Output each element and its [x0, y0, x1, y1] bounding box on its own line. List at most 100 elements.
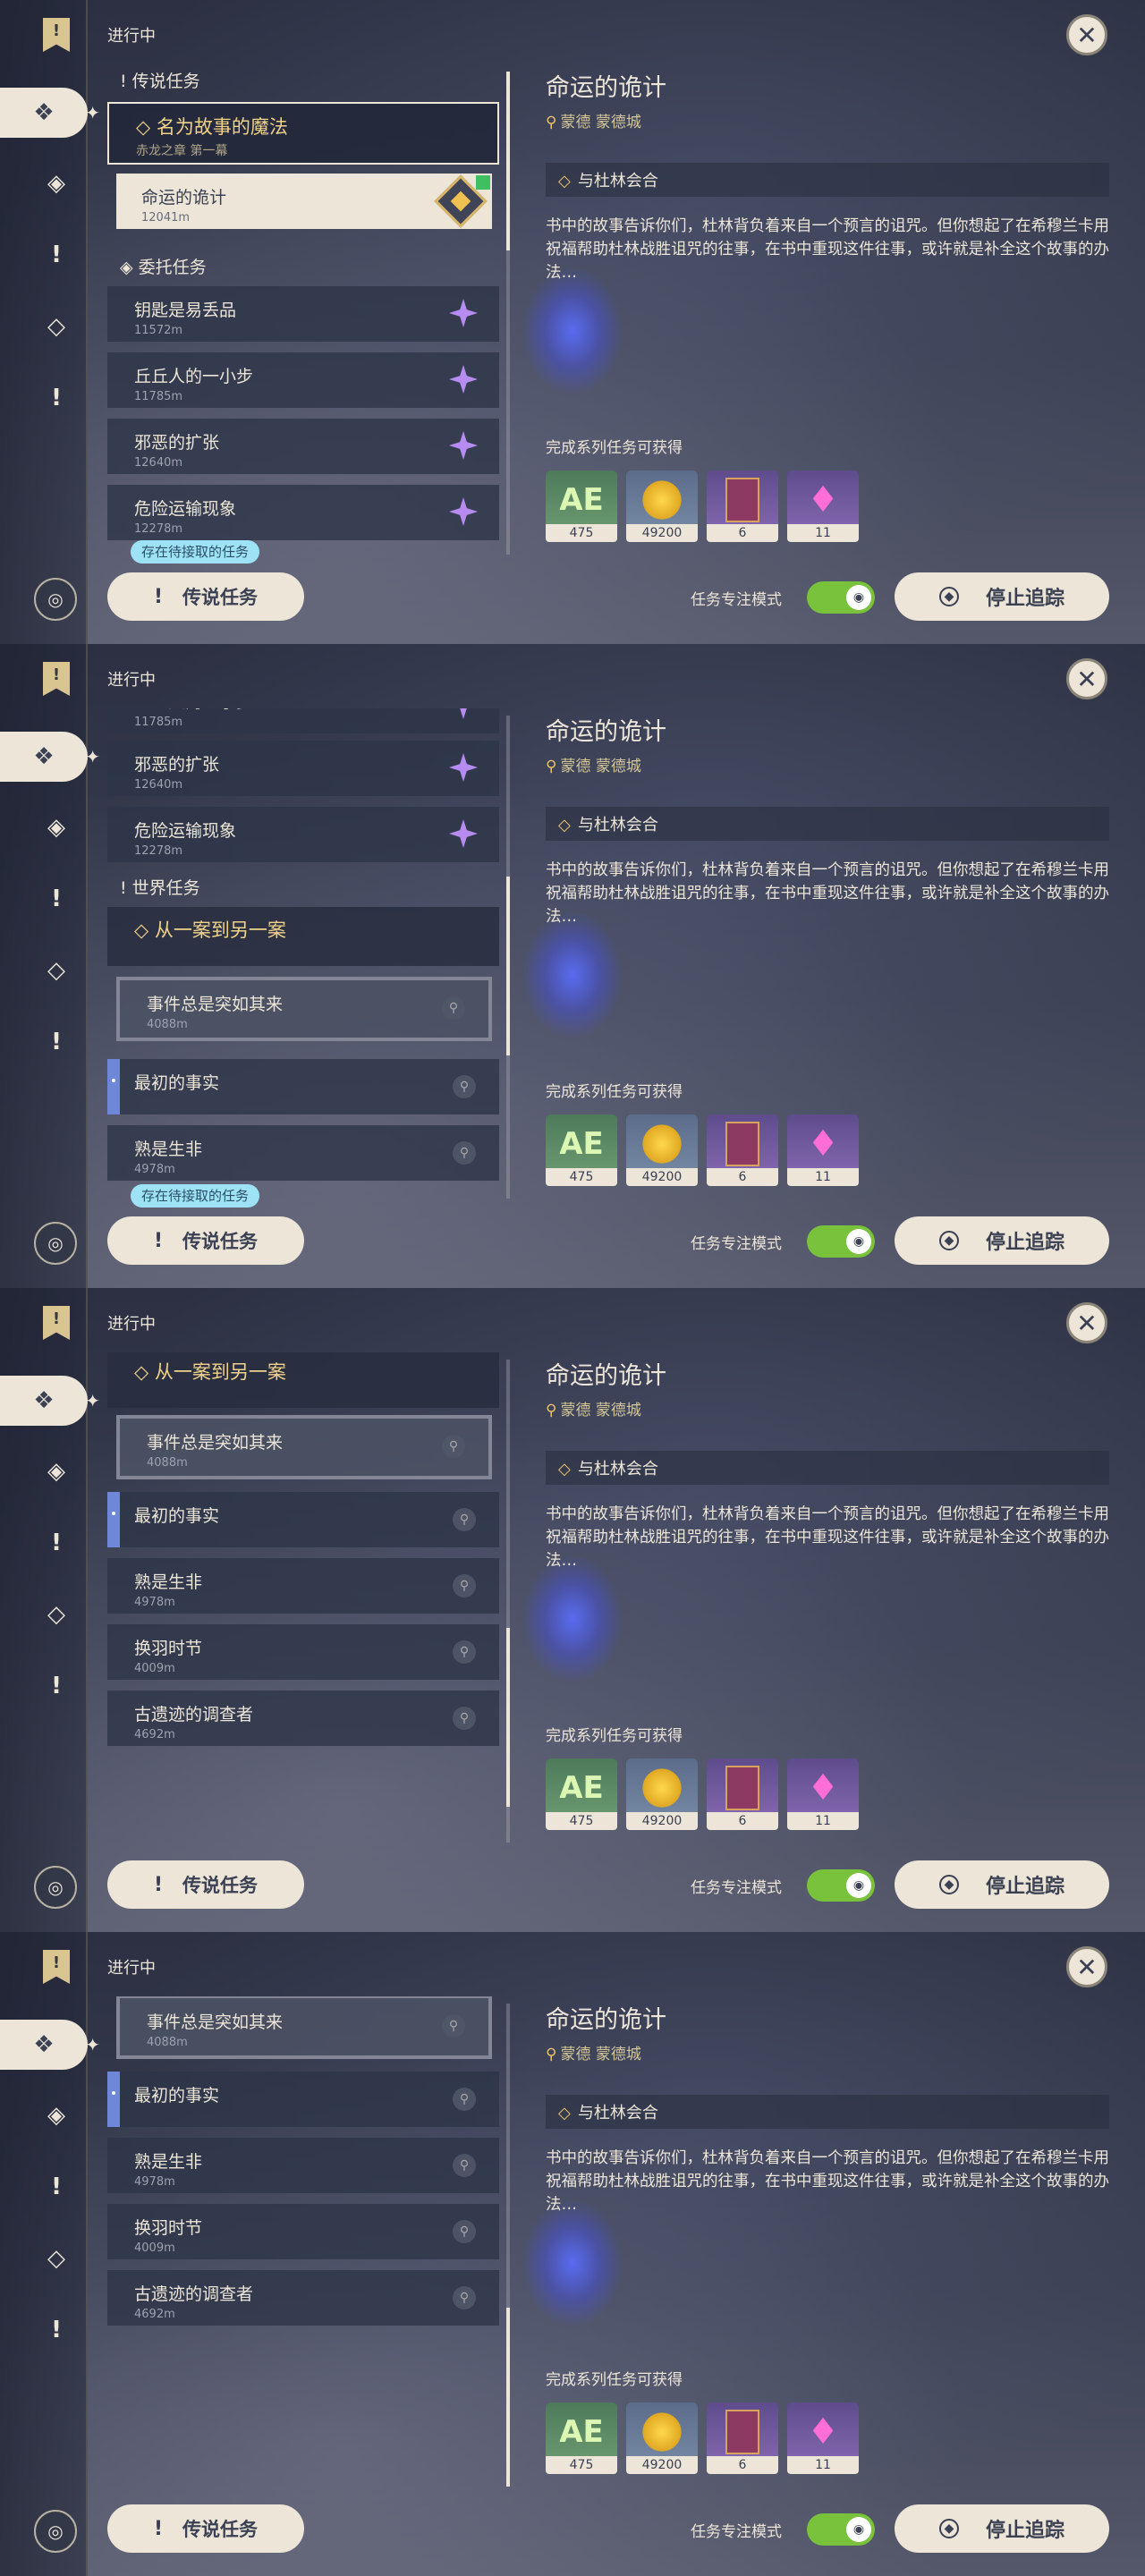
list-item[interactable]: 危险运输现象 12278m	[107, 807, 499, 862]
quest-chain-world[interactable]: ◇ 从一案到另一案	[107, 907, 499, 966]
category-legend-icon[interactable]: !	[34, 1521, 79, 1565]
category-commission-icon[interactable]: ◇	[34, 304, 79, 349]
close-button[interactable]: ✕	[1066, 658, 1107, 699]
category-all-icon[interactable]: ❖ ✦	[0, 2020, 100, 2070]
quest-item-selected[interactable]: 事件总是突如其来 4088m ⚲	[116, 1996, 492, 2059]
quest-chain-legend[interactable]: ◇ 名为故事的魔法 赤龙之章 第一幕	[107, 102, 499, 165]
reward-label: 完成系列任务可获得	[546, 439, 683, 457]
category-archon-icon[interactable]: ◈	[34, 805, 79, 850]
legend-quest-button[interactable]: ! 传说任务	[107, 1860, 304, 1909]
category-legend-icon[interactable]: !	[34, 233, 79, 277]
stop-tracking-button[interactable]: ◆ 停止追踪	[895, 2504, 1109, 2553]
heros-wit-book-icon[interactable]: 6	[707, 470, 778, 542]
list-item[interactable]: 熟是生非 4978m ⚲	[107, 2138, 499, 2193]
location-pin-icon: ⚲	[546, 1402, 557, 1419]
category-all-icon[interactable]: ❖ ✦	[0, 88, 100, 138]
category-legend-icon[interactable]: !	[34, 877, 79, 921]
category-world-icon[interactable]: !	[34, 376, 79, 420]
crystal-icon[interactable]: ♦ 11	[787, 2402, 859, 2474]
focus-mode-toggle[interactable]: ◉	[807, 2513, 875, 2546]
exclaim-icon: !	[153, 1229, 164, 1252]
list-scrollbar[interactable]	[506, 1360, 510, 1843]
quest-book-icon[interactable]: ◎	[34, 2510, 77, 2553]
focus-mode-toggle[interactable]: ◉	[807, 1225, 875, 1258]
diamond-icon: ◇	[558, 172, 571, 191]
category-world-icon[interactable]: !	[34, 2308, 79, 2352]
list-item[interactable]: 邪恶的扩张 12640m	[107, 419, 499, 474]
mora-icon[interactable]: 49200	[626, 470, 698, 542]
list-item[interactable]: 最初的事实 ⚲	[107, 1059, 499, 1114]
map-pin-icon: ⚲	[453, 1508, 476, 1531]
list-item[interactable]: 古遗迹的调查者 4692m ⚲	[107, 1690, 499, 1746]
map-pin-icon: ⚲	[453, 2220, 476, 2243]
list-item[interactable]: 危险运输现象 12278m	[107, 485, 499, 540]
focus-mode-toggle[interactable]: ◉	[807, 581, 875, 614]
quest-item-selected[interactable]: 事件总是突如其来 4088m ⚲	[116, 1415, 492, 1479]
legend-quest-button[interactable]: ! 传说任务	[107, 2504, 304, 2553]
mora-icon[interactable]: 49200	[626, 2402, 698, 2474]
pending-quest-tag: 存在待接取的任务	[131, 1184, 260, 1208]
list-item[interactable]: 换羽时节 4009m ⚲	[107, 2204, 499, 2259]
quest-book-icon[interactable]: ◎	[34, 1222, 77, 1265]
list-item[interactable]: 丘丘人的一小步11785m	[107, 352, 499, 408]
list-scrollbar[interactable]	[506, 2004, 510, 2487]
close-button[interactable]: ✕	[1066, 1946, 1107, 1987]
list-scrollbar[interactable]	[506, 716, 510, 1199]
quest-description: 书中的故事告诉你们，杜林背负着来自一个预言的诅咒。但你想起了在希穆兰卡用祝福帮助…	[546, 2149, 1109, 2214]
heros-wit-book-icon[interactable]: 6	[707, 1114, 778, 1186]
list-scrollbar[interactable]	[506, 72, 510, 555]
stop-tracking-button[interactable]: ◆ 停止追踪	[895, 1860, 1109, 1909]
mora-icon[interactable]: 49200	[626, 1758, 698, 1830]
adventure-exp-icon[interactable]: AE 475	[546, 1114, 617, 1186]
mora-icon[interactable]: 49200	[626, 1114, 698, 1186]
quest-book-icon[interactable]: ◎	[34, 1866, 77, 1909]
category-world-icon[interactable]: !	[34, 1664, 79, 1708]
list-item[interactable]: 换羽时节 4009m ⚲	[107, 1624, 499, 1680]
adventure-exp-icon[interactable]: AE 475	[546, 1758, 617, 1830]
list-item[interactable]: 最初的事实 ⚲	[107, 1492, 499, 1547]
list-item[interactable]: 最初的事实 ⚲	[107, 2072, 499, 2127]
bookmark-icon[interactable]: !	[43, 662, 70, 696]
category-world-icon[interactable]: !	[34, 1020, 79, 1064]
close-button[interactable]: ✕	[1066, 1302, 1107, 1343]
list-item[interactable]: 钥匙是易丢品 11572m	[107, 286, 499, 342]
stop-tracking-button[interactable]: ◆ 停止追踪	[895, 1216, 1109, 1265]
bookmark-icon[interactable]: !	[43, 1950, 70, 1984]
list-item[interactable]: 丘丘人的一小步11785m	[107, 708, 499, 733]
legend-quest-button[interactable]: ! 传说任务	[107, 572, 304, 621]
crystal-icon[interactable]: ♦ 11	[787, 1114, 859, 1186]
category-commission-icon[interactable]: ◇	[34, 2236, 79, 2281]
list-item[interactable]: 熟是生非 4978m ⚲	[107, 1558, 499, 1614]
close-button[interactable]: ✕	[1066, 14, 1107, 55]
background-glow	[523, 912, 622, 1038]
stop-tracking-button[interactable]: ◆ 停止追踪	[895, 572, 1109, 621]
quest-item-selected[interactable]: 事件总是突如其来 4088m ⚲	[116, 977, 492, 1041]
category-archon-icon[interactable]: ◈	[34, 2093, 79, 2138]
category-all-icon[interactable]: ❖ ✦	[0, 1376, 100, 1426]
crystal-icon[interactable]: ♦ 11	[787, 470, 859, 542]
category-archon-icon[interactable]: ◈	[34, 161, 79, 206]
quest-screen-frame-3: ! ❖ ✦ ◈ ! ◇ ! ◎ 进行中 ✕ ◇ 从一案到另一案 事件总是突如其来 4…	[0, 1288, 1145, 1932]
adventure-exp-icon[interactable]: AE 475	[546, 2402, 617, 2474]
category-commission-icon[interactable]: ◇	[34, 948, 79, 993]
bookmark-icon[interactable]: !	[43, 18, 70, 52]
category-archon-icon[interactable]: ◈	[34, 1449, 79, 1494]
list-item[interactable]: 古遗迹的调查者 4692m ⚲	[107, 2270, 499, 2326]
heros-wit-book-icon[interactable]: 6	[707, 2402, 778, 2474]
category-all-icon[interactable]: ❖ ✦	[0, 732, 100, 782]
category-legend-icon[interactable]: !	[34, 2165, 79, 2209]
heros-wit-book-icon[interactable]: 6	[707, 1758, 778, 1830]
list-item[interactable]: 邪恶的扩张 12640m	[107, 741, 499, 796]
focus-mode-toggle[interactable]: ◉	[807, 1869, 875, 1902]
quest-item-selected[interactable]: 命运的诡计 12041m	[116, 174, 492, 229]
quest-chain-world[interactable]: ◇ 从一案到另一案	[107, 1352, 499, 1408]
list-item[interactable]: 熟是生非 4978m ⚲	[107, 1125, 499, 1181]
focus-mode-label: 任务专注模式	[691, 2523, 782, 2541]
adventure-exp-icon[interactable]: AE 475	[546, 470, 617, 542]
quest-book-icon[interactable]: ◎	[34, 578, 77, 621]
crystal-icon[interactable]: ♦ 11	[787, 1758, 859, 1830]
legend-quest-button[interactable]: ! 传说任务	[107, 1216, 304, 1265]
category-commission-icon[interactable]: ◇	[34, 1592, 79, 1637]
bookmark-icon[interactable]: !	[43, 1306, 70, 1340]
eye-icon: ◉	[846, 585, 871, 610]
